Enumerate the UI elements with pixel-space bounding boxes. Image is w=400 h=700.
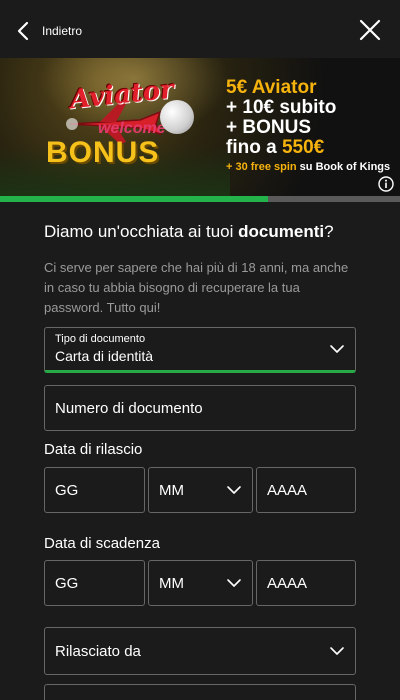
expiry-year-field[interactable] — [256, 560, 356, 606]
issue-year-field[interactable] — [256, 467, 356, 513]
document-type-label: Tipo di documento — [55, 333, 146, 345]
document-number-input[interactable] — [45, 386, 355, 430]
next-field[interactable] — [44, 684, 356, 700]
promo-line-4: fino a 550€ — [226, 138, 396, 158]
page-title: Diamo un'occhiata ai tuoi documenti? — [44, 222, 334, 242]
title-prefix: Diamo un'occhiata ai tuoi — [44, 222, 239, 241]
ball-image — [160, 100, 194, 134]
close-icon[interactable] — [358, 18, 382, 42]
expiry-day-input[interactable] — [45, 561, 144, 605]
title-suffix: ? — [324, 222, 334, 241]
expiry-date-label: Data di scadenza — [44, 535, 160, 552]
description-text: Ci serve per sapere che hai più di 18 an… — [44, 260, 349, 315]
promo-line-5: + 30 free spin su Book of Kings — [226, 160, 396, 174]
expiry-month-select[interactable]: MM — [148, 560, 253, 606]
back-label: Indietro — [42, 24, 83, 38]
promo-line-1-text: 5€ Aviator — [226, 77, 317, 98]
title-bold: documenti — [238, 222, 325, 241]
issue-day-field[interactable] — [44, 467, 145, 513]
chevron-down-icon — [227, 579, 241, 587]
chevron-down-icon — [227, 486, 241, 494]
issue-month-select[interactable]: MM — [148, 467, 253, 513]
issue-day-input[interactable] — [45, 468, 144, 512]
chevron-down-icon — [330, 345, 344, 353]
promo-line-1: 5€ Aviator — [226, 78, 396, 98]
expiry-year-input[interactable] — [257, 561, 355, 605]
promo-banner[interactable]: Aviator welcome BONUS 5€ Aviator + 10€ s… — [0, 58, 400, 196]
bonus-text: BONUS — [46, 136, 160, 169]
document-number-field[interactable] — [44, 385, 356, 431]
promo-line-5-suffix: su Book of Kings — [296, 161, 391, 173]
issued-by-value: Rilasciato da — [55, 643, 141, 660]
document-type-select[interactable]: Tipo di documento Carta di identità — [44, 327, 356, 373]
promo-line-3: + BONUS — [226, 117, 311, 138]
promo-line-4-amount: 550€ — [281, 137, 325, 158]
promo-line-5-prefix: + 30 free spin — [226, 161, 297, 173]
chevron-left-icon — [17, 21, 29, 41]
expiry-month-value: MM — [159, 575, 184, 592]
progress-fill — [0, 196, 268, 202]
promo-line-4-prefix: fino a — [226, 137, 282, 158]
issue-year-input[interactable] — [257, 468, 355, 512]
promo-line-2: + 10€ subito — [226, 97, 337, 118]
promo-text: 5€ Aviator + 10€ subito + BONUS fino a 5… — [226, 78, 396, 174]
info-icon[interactable] — [378, 176, 394, 192]
issue-date-label: Data di rilascio — [44, 441, 143, 458]
back-button[interactable]: Indietro — [14, 14, 82, 48]
document-type-value: Carta di identità — [55, 348, 154, 364]
progress-bar — [0, 196, 400, 202]
issue-month-value: MM — [159, 482, 184, 499]
chevron-down-icon — [330, 647, 344, 655]
issued-by-select[interactable]: Rilasciato da — [44, 627, 356, 675]
top-bar: Indietro — [0, 0, 400, 58]
expiry-day-field[interactable] — [44, 560, 145, 606]
